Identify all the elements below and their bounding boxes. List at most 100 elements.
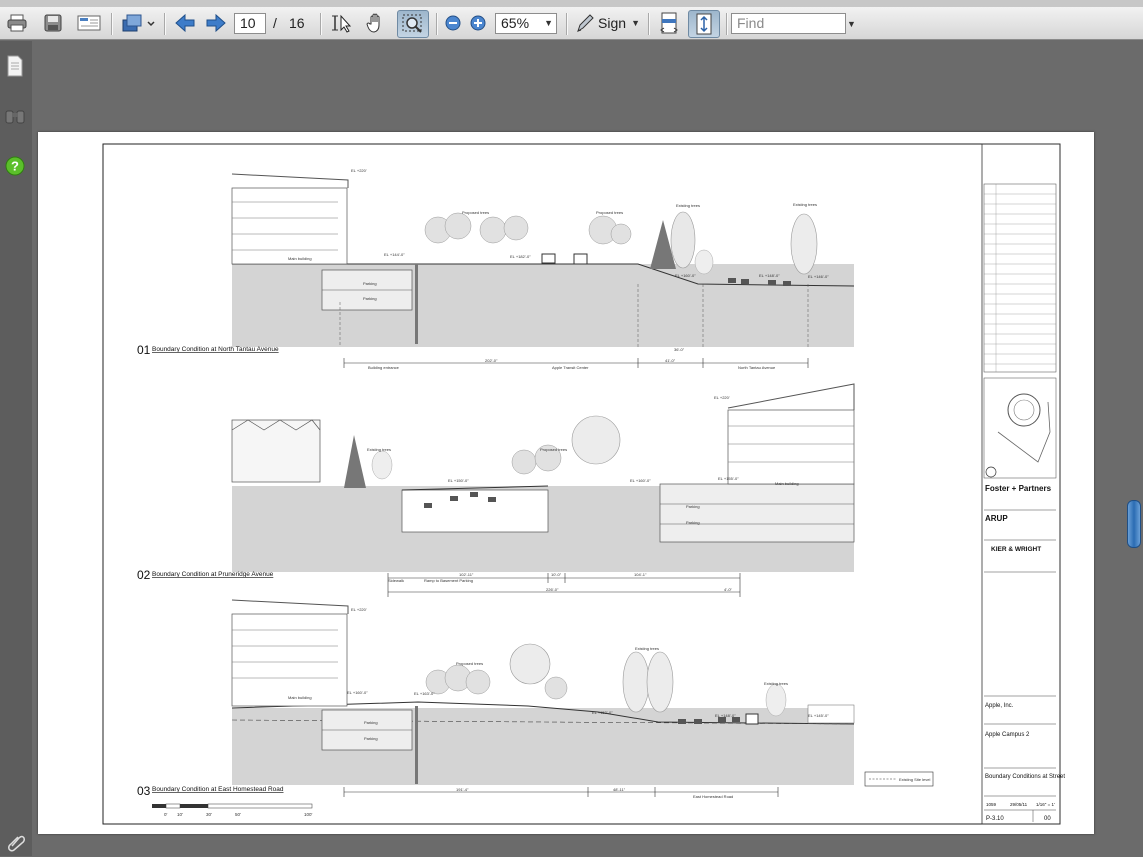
next-page-icon <box>206 13 226 33</box>
svg-text:?: ? <box>11 159 19 174</box>
elevation-label: EL +220' <box>351 168 367 173</box>
page-total: 16 <box>289 15 305 31</box>
scale-bar: 0' 10' 30' 50' 100' <box>152 803 313 817</box>
toolbar-separator <box>111 13 113 35</box>
dim-label: Apple Transit Center <box>552 365 589 370</box>
dim-label: 226'-0" <box>546 587 559 592</box>
elevation-label: EL +160'-0" <box>675 273 696 278</box>
drawing-number: P-3.10 <box>986 816 1004 822</box>
next-page-button[interactable] <box>203 11 229 35</box>
scale-tick: 10' <box>177 812 183 817</box>
main-building <box>727 409 855 485</box>
zoom-value: 65% <box>501 15 530 31</box>
sheet-title: Boundary Conditions at Street <box>985 774 1065 780</box>
help-button[interactable]: ? <box>4 155 26 177</box>
annotation: Existing trees <box>635 646 659 651</box>
fit-width-button[interactable] <box>656 11 682 35</box>
elevation-label: EL +148'-0" <box>715 713 736 718</box>
existing-building <box>231 419 321 483</box>
marquee-zoom-button[interactable] <box>397 10 429 38</box>
share-icon <box>122 14 155 32</box>
annotation: Existing trees <box>793 202 817 207</box>
pages-panel-button[interactable] <box>4 55 26 77</box>
help-icon: ? <box>5 156 25 176</box>
select-tool-button[interactable] <box>329 11 355 35</box>
drawing-scale: 1/16" = 1' <box>1036 802 1055 807</box>
elevation-label: EL +163'-0" <box>414 691 435 696</box>
zoom-out-button[interactable] <box>443 11 463 35</box>
elevation-label: EL +155'-0" <box>718 476 739 481</box>
elevation-label: EL +152'-0" <box>592 710 613 715</box>
elevation-label: EL +182'-0" <box>510 254 531 259</box>
fit-page-button[interactable] <box>688 10 720 38</box>
zoom-in-button[interactable] <box>468 11 488 35</box>
dim-label: 36'-0" <box>674 347 685 352</box>
page-separator: / <box>273 15 277 31</box>
zoom-select[interactable]: 65% ▼ <box>495 13 557 34</box>
main-building <box>231 187 348 265</box>
marquee-zoom-icon <box>402 14 422 33</box>
annotation: Parking <box>363 281 377 286</box>
annotation: Main building <box>775 481 799 486</box>
print-button[interactable] <box>4 11 30 35</box>
dim-label: 102'-11" <box>459 572 474 577</box>
hand-tool-button[interactable] <box>363 11 389 35</box>
page-number-input[interactable]: 10 <box>234 13 266 34</box>
elevation-label: EL +160'-0" <box>630 478 651 483</box>
annotation: Parking <box>363 296 377 301</box>
annotation: Proposed trees <box>456 661 483 666</box>
toolbar-separator <box>436 13 438 35</box>
navigation-pane: ? <box>0 41 32 856</box>
find-options-chevron-icon[interactable]: ▼ <box>847 19 856 29</box>
toolbar-separator <box>320 13 322 35</box>
annotation: Existing trees <box>676 203 700 208</box>
pdf-toolbar: 10 / 16 65% ▼ Sign ▼ Find ▼ <box>0 7 1143 40</box>
firm-name: Foster + Partners <box>985 484 1052 493</box>
previous-page-button[interactable] <box>172 11 198 35</box>
dim-label: 4'-0" <box>724 587 733 592</box>
dim-label: 202'-0" <box>485 358 498 363</box>
attachments-button[interactable] <box>6 832 26 857</box>
section-number: 01 <box>137 343 151 357</box>
pdf-page: 01 Boundary Condition at North Tantau Av… <box>38 132 1094 834</box>
zoom-in-icon <box>470 15 486 31</box>
dim-label: 191'-4" <box>456 787 469 792</box>
annotation: Parking <box>686 504 700 509</box>
fit-width-icon <box>660 12 678 34</box>
scrollbar-thumb[interactable] <box>1127 500 1141 548</box>
project-name: Apple Campus 2 <box>985 732 1030 738</box>
section-01: 01 Boundary Condition at North Tantau Av… <box>137 168 855 370</box>
email-button[interactable] <box>75 11 103 35</box>
vertical-scrollbar[interactable] <box>1125 41 1143 856</box>
sign-label: Sign <box>598 15 627 31</box>
section-title: Boundary Condition at Pruneridge Avenue <box>152 571 274 578</box>
annotation: Existing trees <box>764 681 788 686</box>
toolbar-separator <box>726 13 728 35</box>
legend-label: Existing Site level <box>899 777 930 782</box>
annotation: Parking <box>364 720 378 725</box>
dim-label: East Homestead Road <box>693 794 733 799</box>
sign-pen-icon <box>577 14 594 33</box>
paperclip-icon <box>8 835 25 852</box>
save-button[interactable] <box>40 11 66 35</box>
annotation: Proposed trees <box>540 447 567 452</box>
annotation: Existing trees <box>367 447 391 452</box>
dim-label: North Tantau Avenue <box>738 365 776 370</box>
zoom-out-icon <box>445 15 461 31</box>
toolbar-separator <box>164 13 166 35</box>
revision-number: 00 <box>1044 816 1051 822</box>
annotation: Parking <box>686 520 700 525</box>
elevation-label: EL +145'-0" <box>808 713 829 718</box>
share-button[interactable] <box>119 11 157 35</box>
annotation: Main building <box>288 256 312 261</box>
email-icon <box>77 15 101 31</box>
annotation: Parking <box>364 736 378 741</box>
dim-label: 41'-0" <box>665 358 676 363</box>
elevation-label: EL +146'-0" <box>808 274 829 279</box>
pages-icon <box>7 55 23 77</box>
sign-button[interactable]: Sign ▼ <box>574 11 640 35</box>
find-input[interactable]: Find <box>731 13 846 34</box>
annotation: Main building <box>288 695 312 700</box>
dim-label: 10'-0" <box>551 572 562 577</box>
search-panel-button[interactable] <box>4 105 26 127</box>
